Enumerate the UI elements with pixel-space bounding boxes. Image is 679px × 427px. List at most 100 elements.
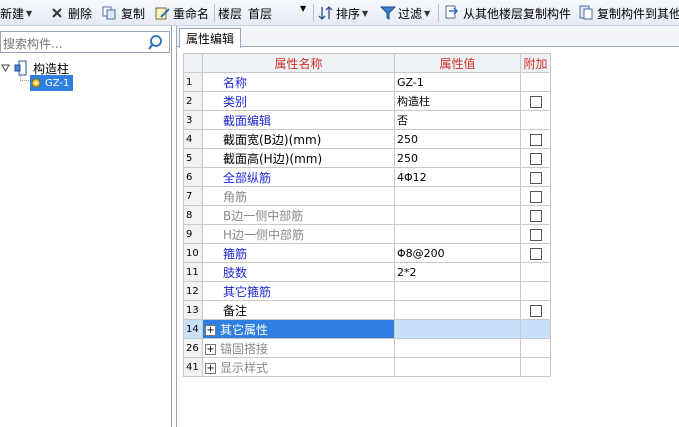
table-row[interactable]: 4 截面宽(B边)(mm) 250 — [183, 129, 551, 149]
property-value-cell[interactable]: 250 — [394, 129, 521, 149]
property-name-cell: 截面编辑 — [202, 110, 395, 130]
table-row[interactable]: 11 肢数 2*2 — [183, 262, 551, 282]
copy-button[interactable]: 复制 — [102, 4, 145, 22]
property-value-cell[interactable] — [394, 338, 521, 358]
copy-to-floor-button[interactable]: 复制构件到其他 — [578, 4, 679, 22]
extra-cell — [520, 262, 551, 282]
tree-item-gz-1[interactable]: GZ-1 — [30, 75, 74, 91]
tree-item-label: GZ-1 — [45, 77, 70, 89]
table-row[interactable]: 2 类别 构造柱 — [183, 91, 551, 111]
copy-label: 复制 — [121, 6, 146, 21]
property-name: H边一侧中部筋 — [223, 227, 305, 242]
extra-cell — [520, 224, 551, 244]
property-name: B边一侧中部筋 — [223, 208, 304, 223]
row-number: 12 — [183, 281, 203, 301]
copy-to-floor-icon — [579, 5, 593, 20]
table-row[interactable]: 1 名称 GZ-1 — [183, 72, 551, 92]
property-name-cell: 类别 — [202, 91, 395, 111]
expand-plus-icon[interactable]: + — [205, 362, 216, 374]
extra-checkbox[interactable] — [529, 209, 542, 222]
tree-root-node[interactable]: 构造柱 — [0, 60, 69, 76]
collapse-triangle-icon[interactable] — [0, 62, 12, 74]
table-row[interactable]: 9 H边一侧中部筋 — [183, 224, 551, 244]
table-row[interactable]: 8 B边一侧中部筋 — [183, 205, 551, 225]
floor-select-caret-icon: ▼ — [300, 4, 307, 13]
extra-checkbox[interactable] — [529, 171, 542, 184]
search-icon[interactable] — [147, 33, 167, 51]
property-value-cell[interactable]: 4Φ12 — [394, 167, 521, 187]
toolbar: 新建 ▼ 删除 复制 重命名 楼层 首层 ▼ 排序 ▼ 过滤 ▼ 从其他楼层复制构件 … — [0, 0, 679, 26]
column-header-value: 属性值 — [394, 53, 521, 73]
table-row[interactable]: 10 箍筋 Φ8@200 — [183, 243, 551, 263]
table-row[interactable]: 14 + 其它属性 — [183, 319, 551, 339]
table-row[interactable]: 7 角筋 — [183, 186, 551, 206]
property-name-cell: + 其它属性 — [202, 319, 395, 339]
floor-select[interactable]: 首层 ▼ — [248, 4, 310, 22]
copy-from-floor-icon — [445, 5, 459, 19]
row-number: 7 — [183, 186, 203, 206]
property-value-cell[interactable] — [394, 357, 521, 377]
search-box[interactable]: 搜索构件... — [0, 31, 170, 53]
copy-from-floor-button[interactable]: 从其他楼层复制构件 — [444, 4, 571, 22]
property-name-cell: + 显示样式 — [202, 357, 395, 377]
property-value-cell[interactable] — [394, 205, 521, 225]
extra-checkbox[interactable] — [529, 152, 542, 165]
sort-button[interactable]: 排序 ▼ — [318, 4, 368, 22]
row-number: 5 — [183, 148, 203, 168]
property-name-cell: 备注 — [202, 300, 395, 320]
property-value-cell[interactable] — [394, 319, 521, 339]
property-name-cell: 截面宽(B边)(mm) — [202, 129, 395, 149]
expand-plus-icon[interactable]: + — [205, 324, 216, 336]
filter-button[interactable]: 过滤 ▼ — [380, 4, 430, 22]
toolbar-divider — [313, 4, 314, 22]
extra-cell — [520, 281, 551, 301]
table-row[interactable]: 13 备注 — [183, 300, 551, 320]
property-value-cell[interactable]: 构造柱 — [394, 91, 521, 111]
property-name-cell: 全部纵筋 — [202, 167, 395, 187]
table-row[interactable]: 5 截面高(H边)(mm) 250 — [183, 148, 551, 168]
table-row[interactable]: 12 其它箍筋 — [183, 281, 551, 301]
tab-property-edit[interactable]: 属性编辑 — [179, 28, 242, 48]
extra-checkbox[interactable] — [529, 95, 542, 108]
property-value-cell[interactable] — [394, 224, 521, 244]
property-value-cell[interactable]: 2*2 — [394, 262, 521, 282]
expand-plus-icon[interactable]: + — [205, 343, 216, 355]
rename-icon — [155, 7, 170, 20]
search-input[interactable]: 搜索构件... — [3, 35, 62, 52]
property-name: 截面编辑 — [223, 113, 272, 128]
extra-cell — [520, 357, 551, 377]
extra-checkbox[interactable] — [529, 247, 542, 260]
extra-cell — [520, 129, 551, 149]
rename-button[interactable]: 重命名 — [155, 4, 209, 22]
extra-checkbox[interactable] — [529, 133, 542, 146]
row-number: 3 — [183, 110, 203, 130]
column-header-extra: 附加 — [520, 53, 551, 73]
table-row[interactable]: 6 全部纵筋 4Φ12 — [183, 167, 551, 187]
row-number: 10 — [183, 243, 203, 263]
new-dropdown-caret-icon: ▼ — [26, 8, 33, 18]
property-value-cell[interactable] — [394, 281, 521, 301]
property-value-cell[interactable]: Φ8@200 — [394, 243, 521, 263]
property-name-cell: H边一侧中部筋 — [202, 224, 395, 244]
table-row[interactable]: 26 + 锚固搭接 — [183, 338, 551, 358]
property-value-cell[interactable] — [394, 300, 521, 320]
delete-button[interactable]: 删除 — [50, 4, 92, 22]
property-name: 备注 — [223, 303, 248, 318]
table-row[interactable]: 3 截面编辑 否 — [183, 110, 551, 130]
extra-checkbox[interactable] — [529, 304, 542, 317]
new-label: 新建 — [0, 6, 25, 21]
property-value-cell[interactable]: 250 — [394, 148, 521, 168]
property-name: 显示样式 — [220, 360, 269, 375]
gear-icon — [31, 78, 41, 88]
property-name: 箍筋 — [223, 246, 248, 261]
table-row[interactable]: 41 + 显示样式 — [183, 357, 551, 377]
property-name: 类别 — [223, 94, 248, 109]
property-value-cell[interactable]: GZ-1 — [394, 72, 521, 92]
extra-cell — [520, 148, 551, 168]
property-value-cell[interactable]: 否 — [394, 110, 521, 130]
property-value-cell[interactable] — [394, 186, 521, 206]
extra-checkbox[interactable] — [529, 190, 542, 203]
delete-label: 删除 — [68, 6, 93, 21]
extra-checkbox[interactable] — [529, 228, 542, 241]
new-button[interactable]: 新建 ▼ — [0, 4, 32, 22]
